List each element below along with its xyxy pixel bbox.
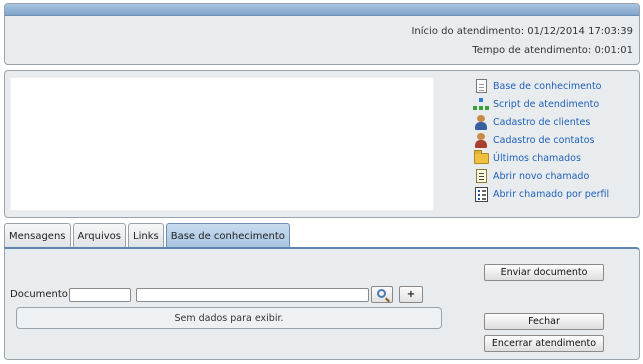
elapsed-time-value: 0:01:01 [594, 45, 633, 56]
tab-content-panel: Enviar documento Documento: + Sem dados … [4, 247, 640, 360]
link-service-script[interactable]: Script de atendimento [473, 95, 639, 113]
elapsed-time-label: Tempo de atendimento: [472, 45, 592, 56]
send-document-button[interactable]: Enviar documento [484, 264, 604, 281]
link-ticket-by-profile[interactable]: Abrir chamado por perfil [473, 185, 639, 203]
header-panel: Início do atendimento: 01/12/2014 17:03:… [4, 3, 640, 65]
link-label: Base de conhecimento [493, 80, 602, 92]
link-label: Últimos chamados [493, 152, 581, 164]
link-customer-registry[interactable]: Cadastro de clientes [473, 113, 639, 131]
documents-grid: Sem dados para exibir. [16, 307, 442, 329]
document-label: Documento: [10, 289, 72, 300]
start-time-line: Início do atendimento: 01/12/2014 17:03:… [411, 26, 633, 37]
start-time-value: 01/12/2014 17:03:39 [527, 26, 633, 37]
add-button[interactable]: + [399, 286, 423, 303]
shortcut-links-list: Base de conhecimento Script de atendimen… [473, 77, 639, 203]
document-icon [473, 78, 489, 94]
tab-files[interactable]: Arquivos [72, 223, 127, 248]
end-service-button[interactable]: Encerrar atendimento [484, 335, 604, 352]
tab-messages[interactable]: Mensagens [4, 223, 71, 248]
link-label: Abrir chamado por perfil [493, 188, 610, 200]
link-label: Cadastro de clientes [493, 116, 591, 128]
empty-message: Sem dados para exibir. [174, 312, 284, 324]
search-button[interactable] [371, 286, 393, 303]
hierarchy-icon [473, 96, 489, 112]
content-area [10, 77, 434, 211]
user-icon [473, 114, 489, 130]
tab-bar: Mensagens Arquivos Links Base de conheci… [4, 223, 292, 248]
link-label: Abrir novo chamado [493, 170, 590, 182]
close-button[interactable]: Fechar [484, 313, 604, 330]
start-time-label: Início do atendimento: [411, 26, 525, 37]
link-label: Script de atendimento [493, 98, 600, 110]
tab-links[interactable]: Links [128, 223, 164, 248]
search-icon [376, 289, 386, 298]
contact-icon [473, 132, 489, 148]
folder-open-icon [473, 149, 489, 166]
list-icon [473, 186, 489, 202]
main-panel: Base de conhecimento Script de atendimen… [4, 70, 640, 218]
elapsed-time-line: Tempo de atendimento: 0:01:01 [472, 45, 633, 56]
header-title-bar [5, 4, 639, 16]
document-name-input[interactable] [136, 288, 369, 302]
link-new-ticket[interactable]: Abrir novo chamado [473, 167, 639, 185]
link-label: Cadastro de contatos [493, 134, 595, 146]
note-icon [473, 168, 489, 184]
tab-knowledge-base[interactable]: Base de conhecimento [165, 223, 290, 248]
link-contact-registry[interactable]: Cadastro de contatos [473, 131, 639, 149]
link-recent-tickets[interactable]: Últimos chamados [473, 149, 639, 167]
link-knowledge-base[interactable]: Base de conhecimento [473, 77, 639, 95]
document-code-input[interactable] [69, 288, 131, 302]
